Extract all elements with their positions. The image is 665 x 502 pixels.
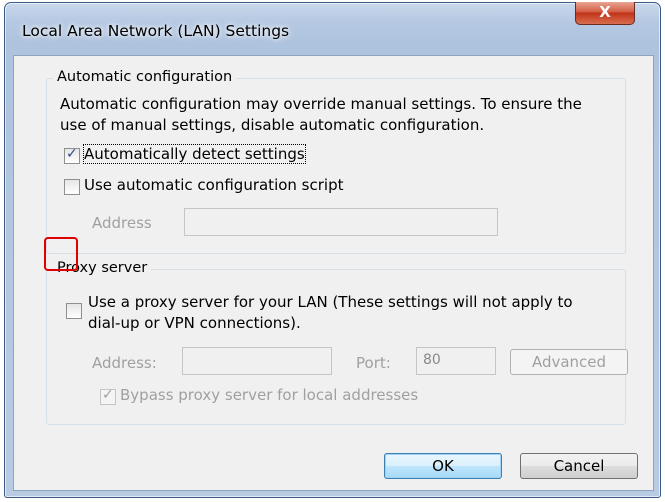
use-script-label[interactable]: Use automatic configuration script — [84, 175, 343, 196]
use-proxy-checkbox[interactable] — [66, 303, 82, 319]
close-icon: X — [599, 3, 611, 21]
checkmark-icon: ✓ — [66, 146, 78, 162]
title-bar[interactable]: Local Area Network (LAN) Settings X — [5, 2, 660, 55]
auto-config-description-line-2: use of manual settings, disable automati… — [60, 116, 485, 134]
script-address-input[interactable] — [184, 208, 498, 236]
group-label-automatic-configuration: Automatic configuration — [53, 69, 237, 85]
advanced-button[interactable]: Advanced — [510, 349, 628, 375]
detect-settings-label[interactable]: Automatically detect settings — [83, 144, 306, 165]
highlight-box — [44, 237, 78, 271]
proxy-port-input[interactable]: 80 — [416, 347, 496, 375]
use-proxy-label-line-1[interactable]: Use a proxy server for your LAN (These s… — [88, 292, 573, 313]
lan-settings-dialog: Local Area Network (LAN) Settings X Auto… — [4, 2, 661, 498]
ok-button[interactable]: OK — [384, 453, 502, 479]
auto-config-description-line-1: Automatic configuration may override man… — [60, 95, 582, 113]
use-proxy-label-line-2[interactable]: dial-up or VPN connections). — [88, 313, 301, 334]
dialog-body: Automatic configuration Automatic config… — [13, 55, 654, 491]
proxy-address-label: Address: — [92, 354, 157, 372]
bypass-local-label[interactable]: Bypass proxy server for local addresses — [120, 385, 418, 406]
detect-settings-checkbox[interactable]: ✓ — [64, 146, 80, 164]
script-address-label: Address — [92, 214, 152, 232]
cancel-button[interactable]: Cancel — [520, 453, 638, 479]
dialog-title: Local Area Network (LAN) Settings — [22, 22, 290, 40]
use-script-checkbox[interactable] — [64, 179, 80, 195]
checkmark-icon: ✓ — [102, 387, 114, 403]
proxy-port-label: Port: — [356, 354, 391, 372]
close-button[interactable]: X — [575, 2, 635, 25]
bypass-local-checkbox[interactable]: ✓ — [100, 387, 116, 405]
proxy-address-input[interactable] — [182, 347, 332, 375]
